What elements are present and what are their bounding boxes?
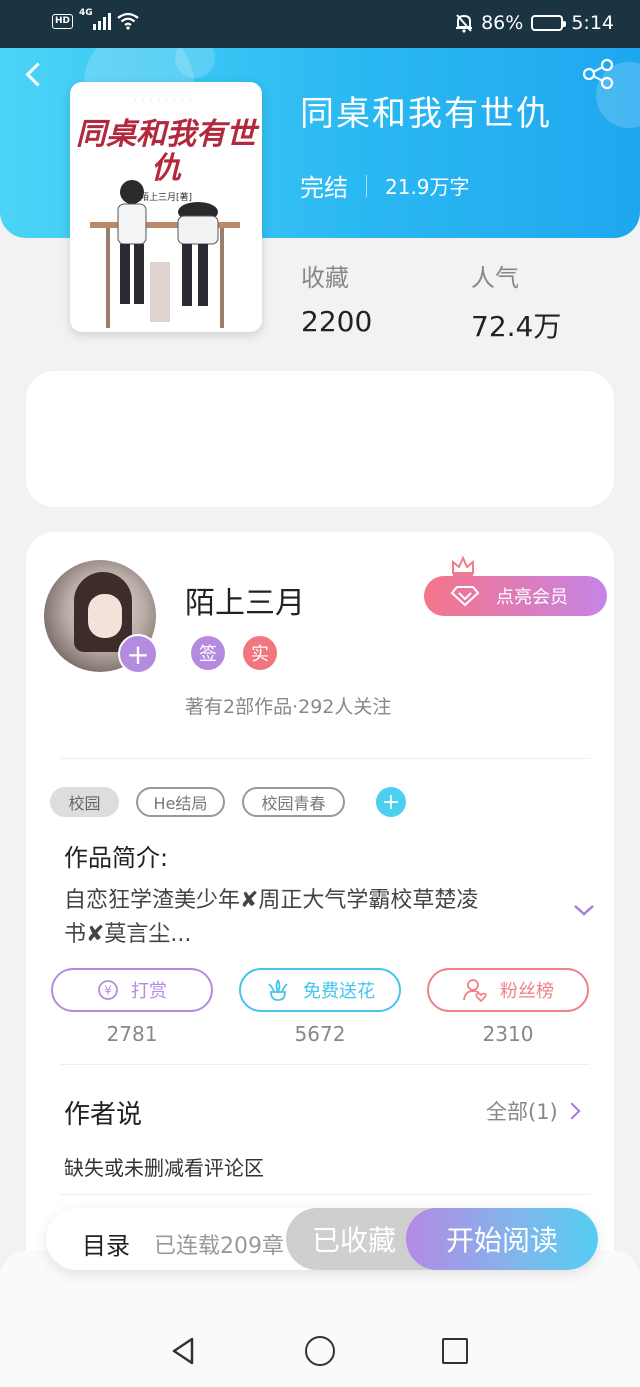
chevron-down-icon[interactable] — [572, 898, 596, 922]
all-label: 全部(1) — [486, 1100, 558, 1124]
back-button[interactable] — [24, 54, 50, 94]
toc-button[interactable]: 目录 — [82, 1226, 130, 1261]
signed-badge: 签 — [191, 636, 225, 670]
author-says-title: 作者说 — [64, 1100, 143, 1130]
nav-recent-icon[interactable] — [442, 1338, 468, 1364]
fan-count: 2310 — [482, 1022, 534, 1046]
serial-status[interactable]: 已连载209章 — [154, 1228, 284, 1260]
svg-text:¥: ¥ — [104, 984, 112, 998]
wifi-icon — [117, 12, 139, 30]
intro-title: 作品简介: — [64, 844, 169, 872]
coin-icon: ¥ — [98, 980, 118, 1000]
book-cover[interactable]: ········ 同桌和我有世仇 陌上三月[著] — [70, 82, 262, 332]
author-name[interactable]: 陌上三月 — [185, 578, 305, 622]
author-summary: 著有2部作品·292人关注 — [185, 696, 392, 718]
stat-favorites: 收藏 2200 — [301, 258, 372, 338]
tag-campus-youth[interactable]: 校园青春 — [242, 787, 345, 817]
author-says-all-link[interactable]: 全部(1) — [486, 1096, 581, 1126]
nav-back-icon[interactable] — [170, 1336, 196, 1366]
flower-count: 5672 — [294, 1022, 346, 1046]
fan-ranking-button[interactable]: 粉丝榜 — [427, 968, 589, 1012]
start-reading-label: 开始阅读 — [445, 1224, 558, 1257]
divider — [60, 1064, 590, 1065]
favorited-label: 已收藏 — [312, 1224, 397, 1257]
send-flower-button[interactable]: 免费送花 — [239, 968, 401, 1012]
meta-divider — [366, 174, 367, 197]
book-meta: 完结 21.9万字 — [300, 168, 470, 203]
follow-plus-icon[interactable]: + — [118, 634, 158, 674]
bottom-action-bar: 目录 已连载209章 已收藏 开始阅读 — [46, 1208, 598, 1270]
diamond-icon — [450, 586, 480, 607]
tip-label: 打赏 — [131, 981, 167, 1002]
vip-button[interactable]: 点亮会员 — [424, 576, 607, 616]
tag-campus[interactable]: 校园 — [50, 787, 119, 817]
book-title: 同桌和我有世仇 — [300, 94, 552, 134]
book-status: 完结 — [300, 174, 348, 202]
verified-badge: 实 — [243, 636, 277, 670]
tag-he-ending[interactable]: He结局 — [136, 787, 225, 817]
network-label: 4G — [79, 8, 93, 18]
word-count: 21.9万字 — [385, 175, 470, 199]
stat-label: 收藏 — [301, 264, 349, 292]
stat-popularity: 人气 72.4万 — [471, 258, 561, 345]
crown-icon — [452, 555, 474, 576]
author-says-text: 缺失或未删减看评论区 — [64, 1156, 264, 1180]
nav-home-icon[interactable] — [305, 1336, 335, 1366]
tip-button[interactable]: ¥ 打赏 — [51, 968, 213, 1012]
stat-value: 2200 — [301, 305, 373, 338]
status-bar: HD 4G 86% 5:14 — [0, 0, 640, 48]
chevron-right-icon — [563, 1102, 581, 1120]
cover-illustration — [90, 180, 240, 328]
hd-icon: HD — [52, 13, 74, 29]
mute-bell-icon — [456, 14, 473, 33]
vip-button-label: 点亮会员 — [496, 587, 568, 608]
fan-icon — [463, 979, 487, 1002]
send-flower-label: 免费送花 — [303, 981, 375, 1002]
flower-icon — [268, 979, 288, 1001]
fan-ranking-label: 粉丝榜 — [500, 981, 554, 1002]
system-nav-bar — [0, 1250, 640, 1387]
signal-icon — [93, 12, 112, 30]
clock: 5:14 — [571, 12, 614, 34]
battery-icon — [531, 15, 567, 31]
divider — [60, 758, 590, 759]
divider — [60, 1194, 590, 1195]
stat-value: 72.4万 — [471, 310, 562, 343]
tip-count: 2781 — [106, 1022, 158, 1046]
add-tag-button[interactable]: + — [376, 787, 406, 817]
stat-label: 人气 — [471, 264, 519, 292]
share-icon[interactable] — [578, 56, 618, 92]
intro-text: 自恋狂学渣美少年✘周正大气学霸校草楚凌书✘莫言尘... — [64, 888, 479, 947]
start-reading-button[interactable]: 开始阅读 — [406, 1208, 598, 1270]
battery-percent: 86% — [481, 12, 524, 34]
empty-card — [26, 371, 614, 507]
